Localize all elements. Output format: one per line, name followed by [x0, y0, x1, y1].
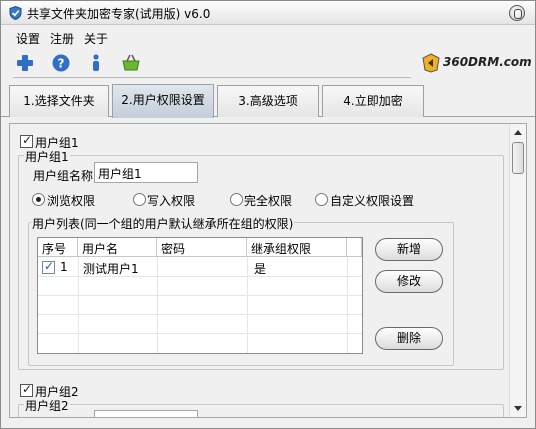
column-header-index[interactable]: 序号	[38, 238, 78, 257]
user-name-cell: 测试用户1	[83, 262, 139, 276]
group2-name-input[interactable]	[94, 410, 198, 417]
toolbar-separator	[13, 77, 411, 78]
window-close-button[interactable]	[509, 5, 525, 21]
radio-full-label: 完全权限	[244, 194, 293, 208]
column-divider	[78, 257, 79, 353]
radio-custom-permission[interactable]	[315, 193, 328, 206]
group1-checkbox[interactable]	[20, 133, 33, 148]
title-bar: 共享文件夹加密专家(试用版) v6.0	[1, 1, 535, 25]
add-user-button[interactable]: 新增	[375, 238, 443, 261]
radio-custom-label: 自定义权限设置	[330, 194, 415, 208]
group1-legend: 用户组1	[24, 148, 70, 165]
group-name-label: 用户组名称	[33, 169, 94, 183]
brand-text: 360DRM.com	[443, 55, 532, 69]
column-divider	[347, 257, 348, 353]
radio-write-permission[interactable]	[133, 193, 146, 206]
row-divider	[38, 314, 362, 315]
edit-user-button[interactable]: 修改	[375, 270, 443, 293]
basket-icon[interactable]	[121, 53, 141, 73]
svg-text:?: ?	[58, 57, 65, 71]
group2-legend: 用户组2	[24, 397, 70, 414]
scroll-thumb[interactable]	[512, 142, 524, 174]
brand-logo: 360DRM.com	[419, 51, 532, 75]
user-list-legend: 用户列表(同一个组的用户默认继承所在组的权限)	[31, 215, 295, 232]
permissions-panel: 用户组1 用户组1 用户组名称 用户组1 浏览权限 写入权限 完全权限 自定义权…	[9, 123, 527, 418]
user-index-cell: 1	[60, 260, 68, 274]
app-window: 共享文件夹加密专家(试用版) v6.0 设置 注册 关于 ? 360DRM.co…	[0, 0, 536, 429]
add-icon[interactable]	[15, 53, 35, 73]
toolbar: ? 360DRM.com	[1, 47, 535, 79]
column-divider	[247, 257, 248, 353]
group2-checkbox[interactable]	[20, 382, 33, 397]
tab-select-folder[interactable]: 1.选择文件夹	[9, 85, 109, 117]
window-title: 共享文件夹加密专家(试用版) v6.0	[27, 7, 211, 21]
scroll-up-icon[interactable]	[514, 130, 522, 135]
radio-write-label: 写入权限	[147, 194, 196, 208]
row-divider	[38, 295, 362, 296]
radio-browse-permission[interactable]	[32, 193, 45, 206]
tab-encrypt-now[interactable]: 4.立即加密	[322, 85, 424, 117]
user-table: 序号 用户名 密码 继承组权限 1 测试用户1 是	[37, 237, 363, 354]
radio-browse-label: 浏览权限	[47, 194, 96, 208]
column-header-inherit[interactable]: 继承组权限	[247, 238, 347, 257]
radio-full-permission[interactable]	[230, 193, 243, 206]
column-header-filler	[347, 238, 362, 257]
group2-box	[18, 404, 504, 417]
info-icon[interactable]	[86, 53, 106, 73]
delete-user-button[interactable]: 删除	[375, 327, 443, 350]
wizard-tabs: 1.选择文件夹 2.用户权限设置 3.高级选项 4.立即加密	[1, 83, 535, 118]
column-header-password[interactable]: 密码	[157, 238, 247, 257]
menu-settings[interactable]: 设置	[16, 30, 40, 47]
shield-check-icon	[9, 6, 22, 20]
tab-user-permissions[interactable]: 2.用户权限设置	[112, 84, 214, 118]
row-divider	[38, 333, 362, 334]
vertical-scrollbar[interactable]	[509, 124, 526, 417]
column-header-username[interactable]: 用户名	[78, 238, 157, 257]
scroll-down-icon[interactable]	[514, 406, 522, 411]
user-inherit-cell: 是	[254, 262, 267, 276]
menu-register[interactable]: 注册	[50, 30, 74, 47]
menu-about[interactable]: 关于	[84, 30, 108, 47]
user-row-checkbox[interactable]	[42, 259, 55, 274]
help-icon[interactable]: ?	[51, 53, 71, 73]
tab-advanced-options[interactable]: 3.高级选项	[217, 85, 319, 117]
group-name-input[interactable]: 用户组1	[94, 162, 198, 183]
column-divider	[157, 257, 158, 353]
menu-bar: 设置 注册 关于	[1, 26, 535, 47]
logo-icon	[422, 53, 440, 73]
